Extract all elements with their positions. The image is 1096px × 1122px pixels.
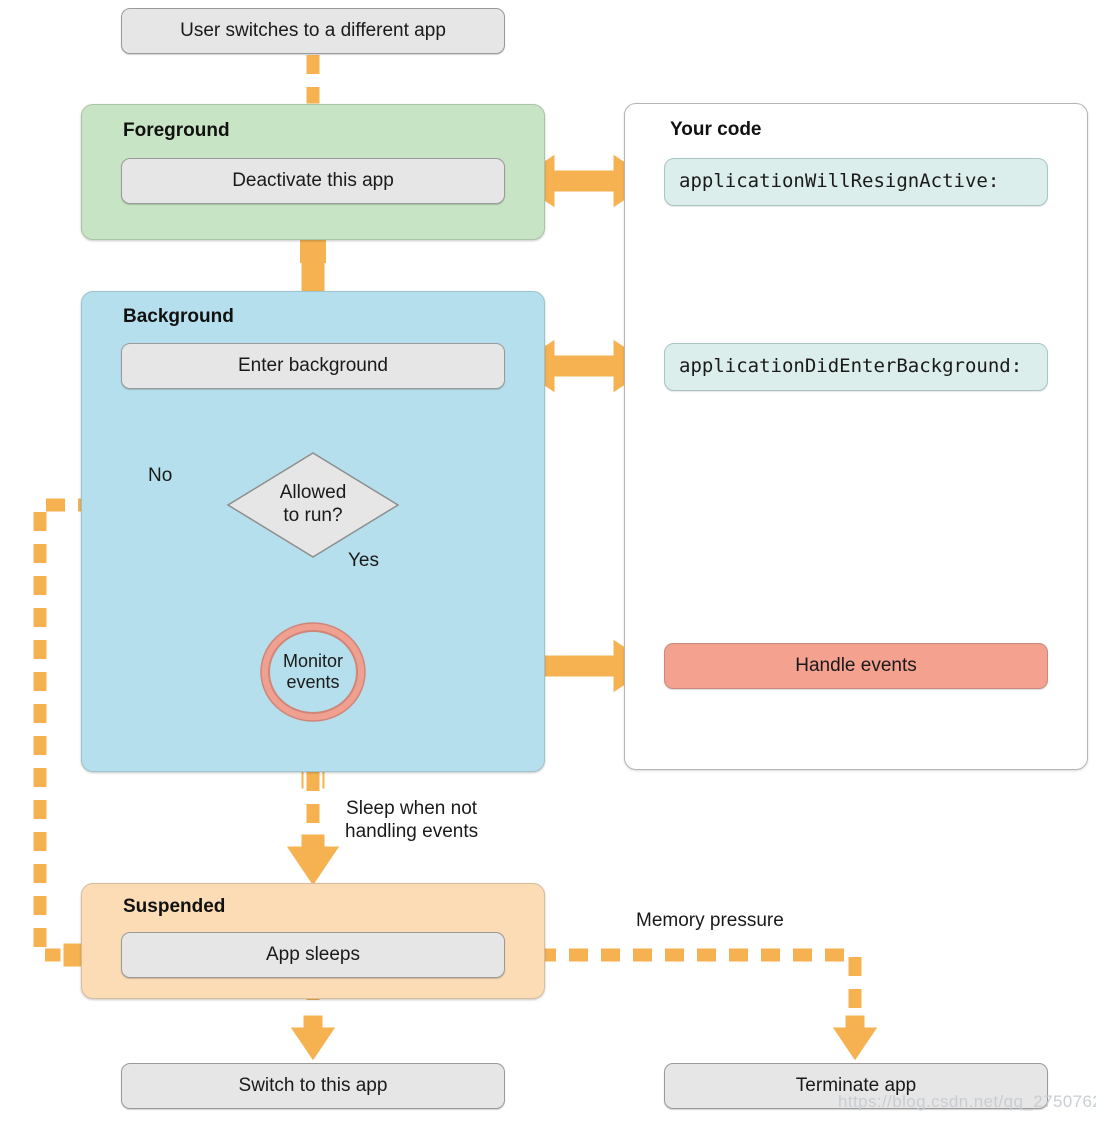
node-handle-events[interactable]: Handle events [664,643,1048,689]
arrow-app-sleeps-to-terminate [505,945,883,1066]
node-app-sleeps[interactable]: App sleeps [121,932,505,978]
node-switch-to-this-app[interactable]: Switch to this app [121,1063,505,1109]
node-user-switches-to-different-app[interactable]: User switches to a different app [121,8,505,54]
node-label: App sleeps [265,944,360,966]
arrow-background-to-suspended [281,772,345,891]
node-enter-background[interactable]: Enter background [121,343,505,389]
node-label: Switch to this app [238,1075,388,1097]
panel-background-title: Background [123,306,234,327]
node-deactivate-this-app[interactable]: Deactivate this app [121,158,505,204]
edge-label-no: No [148,465,173,486]
code-label: applicationDidEnterBackground: [679,355,1023,378]
node-label: User switches to a different app [180,20,446,42]
edge-label-yes: Yes [348,550,379,571]
edge-label-sleep-when-not-handling-events: Sleep when not handling events [345,798,479,842]
diagram-canvas: .ar-fill { fill: #f6b250; } .ar-stroke {… [0,0,1096,1122]
node-label: Handle events [795,655,917,677]
code-label: applicationWillResignActive: [679,170,1000,193]
node-label: Enter background [238,355,388,377]
watermark-text: https://blog.csdn.net/qq_27507629 [838,1092,1096,1111]
code-callback-application-will-resign-active[interactable]: applicationWillResignActive: [664,158,1048,206]
panel-your-code-title: Your code [670,119,762,140]
panel-foreground-title: Foreground [123,120,230,141]
node-label: Monitor events [282,650,344,692]
edge-label-memory-pressure: Memory pressure [636,910,784,931]
node-label: Deactivate this app [232,170,394,192]
node-allowed-to-run-decision[interactable]: Allowed to run? [225,450,401,560]
panel-suspended-title: Suspended [123,896,226,917]
code-callback-application-did-enter-background[interactable]: applicationDidEnterBackground: [664,343,1048,391]
node-monitor-events[interactable]: Monitor events [258,620,368,724]
node-label: Allowed to run? [279,482,347,526]
